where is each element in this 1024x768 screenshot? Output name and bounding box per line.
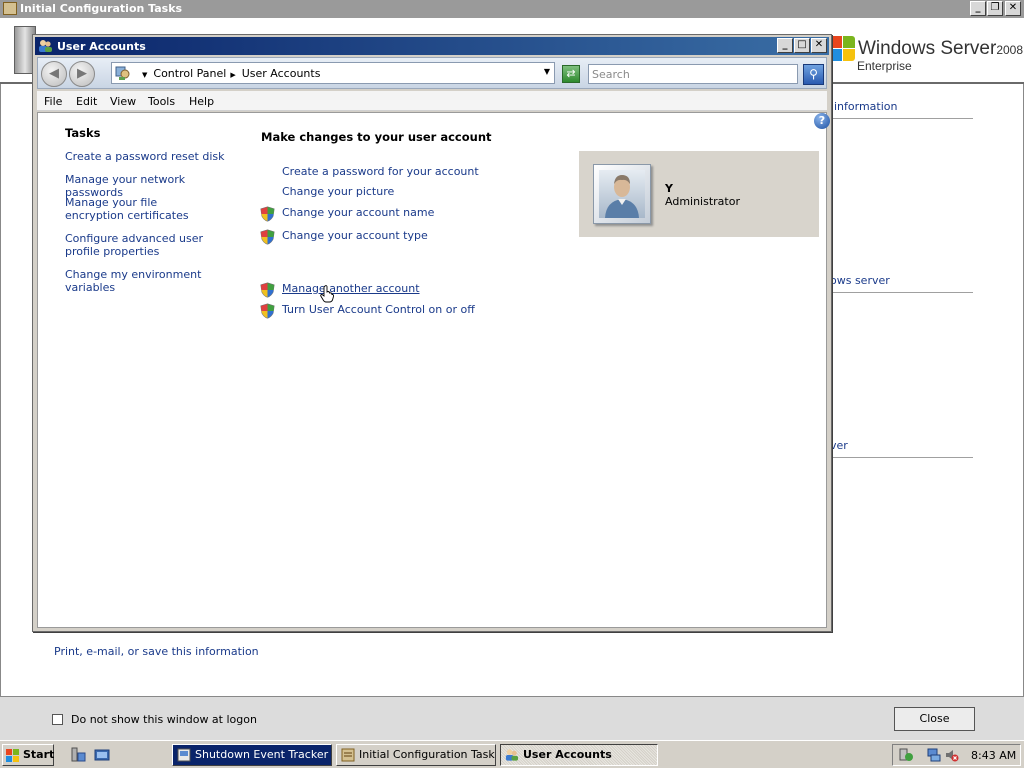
user-accounts-window: User Accounts _ □ ✕ ◀ ▶ ▼ Control Panel ▶ U… bbox=[32, 34, 832, 632]
create-password-link[interactable]: Create a password for your account bbox=[282, 165, 479, 178]
address-dropdown-icon[interactable]: ▼ bbox=[544, 67, 550, 76]
menu-view[interactable]: View bbox=[110, 95, 136, 108]
breadcrumb-user-accounts[interactable]: User Accounts bbox=[242, 67, 321, 80]
refresh-icon: ⇄ bbox=[566, 67, 576, 80]
config-tasks-icon bbox=[341, 748, 355, 762]
minimize-button[interactable]: _ bbox=[777, 38, 793, 53]
breadcrumb-control-panel[interactable]: Control Panel bbox=[153, 67, 226, 80]
turn-uac-on-off-link[interactable]: Turn User Account Control on or off bbox=[282, 303, 475, 316]
user-accounts-icon bbox=[38, 39, 53, 53]
back-button[interactable]: ◀ bbox=[41, 61, 67, 87]
user-accounts-titlebar[interactable]: User Accounts _ □ ✕ bbox=[35, 37, 829, 55]
start-button[interactable]: Start bbox=[2, 744, 54, 766]
windows-server-title: Windows Server2008 bbox=[858, 38, 1024, 59]
user-accounts-title: User Accounts bbox=[57, 40, 146, 53]
taskbar-shutdown-event-tracker[interactable]: Shutdown Event Tracker bbox=[172, 744, 332, 766]
navigation-bar: ◀ ▶ ▼Control Panel▶User Accounts ▼ ⇄ ⚲ bbox=[37, 57, 827, 89]
hand-cursor-icon bbox=[320, 285, 334, 303]
close-button[interactable]: Close bbox=[894, 707, 975, 731]
initial-config-titlebar[interactable]: Initial Configuration Tasks _ ❐ ✕ bbox=[0, 0, 1024, 18]
task-configure-profile-properties[interactable]: Configure advanced user profile properti… bbox=[65, 232, 230, 258]
taskbar-label: Initial Configuration Tasks bbox=[359, 748, 496, 761]
menu-file[interactable]: File bbox=[44, 95, 62, 108]
taskbar-user-accounts[interactable]: User Accounts bbox=[500, 744, 658, 766]
partial-link-windows-server[interactable]: ows server bbox=[830, 274, 890, 287]
partial-link-server[interactable]: ver bbox=[830, 439, 848, 452]
user-name: Y bbox=[665, 182, 673, 195]
forward-button[interactable]: ▶ bbox=[69, 61, 95, 87]
breadcrumb-chevron-icon[interactable]: ▼ bbox=[138, 71, 153, 79]
refresh-button[interactable]: ⇄ bbox=[562, 65, 580, 83]
partial-link-information[interactable]: information bbox=[834, 100, 898, 113]
close-window-button[interactable]: ✕ bbox=[1005, 1, 1021, 16]
change-account-type-link[interactable]: Change your account type bbox=[282, 229, 428, 242]
divider bbox=[830, 457, 973, 458]
task-create-password-reset-disk[interactable]: Create a password reset disk bbox=[65, 150, 240, 163]
control-panel-icon bbox=[115, 65, 131, 81]
breadcrumb-chevron-icon[interactable]: ▶ bbox=[226, 71, 241, 79]
taskbar-label: Shutdown Event Tracker bbox=[195, 748, 329, 761]
menu-tools[interactable]: Tools bbox=[148, 95, 175, 108]
checkbox-box[interactable] bbox=[52, 714, 63, 725]
back-arrow-icon: ◀ bbox=[49, 66, 59, 81]
task-manage-encryption-certificates[interactable]: Manage your file encryption certificates bbox=[65, 196, 215, 222]
divider bbox=[830, 292, 973, 293]
clock[interactable]: 8:43 AM bbox=[971, 749, 1016, 762]
volume-muted-tray-icon[interactable] bbox=[945, 748, 959, 762]
task-change-environment-variables[interactable]: Change my environment variables bbox=[65, 268, 240, 294]
user-accounts-content: ? Tasks Create a password reset disk Man… bbox=[37, 112, 830, 628]
restore-button[interactable]: ❐ bbox=[987, 1, 1003, 16]
uac-shield-icon bbox=[260, 229, 275, 245]
system-tray: 8:43 AM bbox=[892, 744, 1021, 766]
taskbar-label: User Accounts bbox=[523, 748, 612, 761]
menu-help[interactable]: Help bbox=[189, 95, 214, 108]
security-tray-icon[interactable] bbox=[899, 748, 913, 762]
menu-edit[interactable]: Edit bbox=[76, 95, 97, 108]
forward-arrow-icon: ▶ bbox=[77, 66, 87, 81]
user-accounts-icon bbox=[505, 748, 519, 762]
search-input[interactable] bbox=[589, 65, 789, 83]
windows-server-edition: Enterprise bbox=[857, 59, 912, 73]
network-tray-icon[interactable] bbox=[927, 748, 941, 762]
initial-config-title: Initial Configuration Tasks bbox=[20, 2, 183, 15]
show-desktop-icon[interactable] bbox=[94, 747, 110, 763]
windows-flag-icon bbox=[6, 749, 20, 762]
search-icon: ⚲ bbox=[809, 67, 818, 81]
help-icon[interactable]: ? bbox=[814, 113, 830, 129]
close-window-button[interactable]: ✕ bbox=[811, 38, 827, 53]
avatar bbox=[599, 170, 645, 218]
uac-shield-icon bbox=[260, 282, 275, 298]
server-manager-icon[interactable] bbox=[70, 747, 86, 763]
divider bbox=[830, 118, 973, 119]
search-button[interactable]: ⚲ bbox=[803, 64, 824, 85]
manage-another-account-link[interactable]: Manage another account bbox=[282, 282, 420, 295]
print-email-save-link[interactable]: Print, e-mail, or save this information bbox=[54, 645, 259, 658]
search-box bbox=[588, 64, 798, 84]
address-bar[interactable]: ▼ Control Panel ▶ User Accounts ▼ bbox=[111, 62, 555, 84]
config-tasks-icon bbox=[3, 2, 17, 15]
tasks-heading: Tasks bbox=[65, 126, 101, 140]
dont-show-label: Do not show this window at logon bbox=[71, 713, 257, 726]
windows-server-logo: Windows Server2008 Enterprise bbox=[830, 34, 1024, 78]
minimize-button[interactable]: _ bbox=[970, 1, 986, 16]
windows-flag-icon bbox=[830, 36, 856, 62]
uac-shield-icon bbox=[260, 303, 275, 319]
user-role: Administrator bbox=[665, 195, 740, 208]
user-account-card: Y Administrator bbox=[579, 151, 819, 237]
maximize-button[interactable]: □ bbox=[794, 38, 810, 53]
change-account-name-link[interactable]: Change your account name bbox=[282, 206, 434, 219]
menu-bar: File Edit View Tools Help bbox=[37, 91, 827, 111]
user-picture-frame[interactable] bbox=[593, 164, 651, 224]
start-label: Start bbox=[23, 748, 55, 761]
dont-show-checkbox[interactable]: Do not show this window at logon bbox=[52, 713, 257, 726]
change-picture-link[interactable]: Change your picture bbox=[282, 185, 394, 198]
main-heading: Make changes to your user account bbox=[261, 130, 492, 144]
uac-shield-icon bbox=[260, 206, 275, 222]
taskbar-initial-configuration-tasks[interactable]: Initial Configuration Tasks bbox=[336, 744, 496, 766]
shutdown-tracker-icon bbox=[177, 748, 191, 762]
breadcrumb: ▼ Control Panel ▶ User Accounts bbox=[138, 67, 320, 80]
taskbar: Start Shutdown Event Tracker Initial Con… bbox=[0, 740, 1024, 768]
